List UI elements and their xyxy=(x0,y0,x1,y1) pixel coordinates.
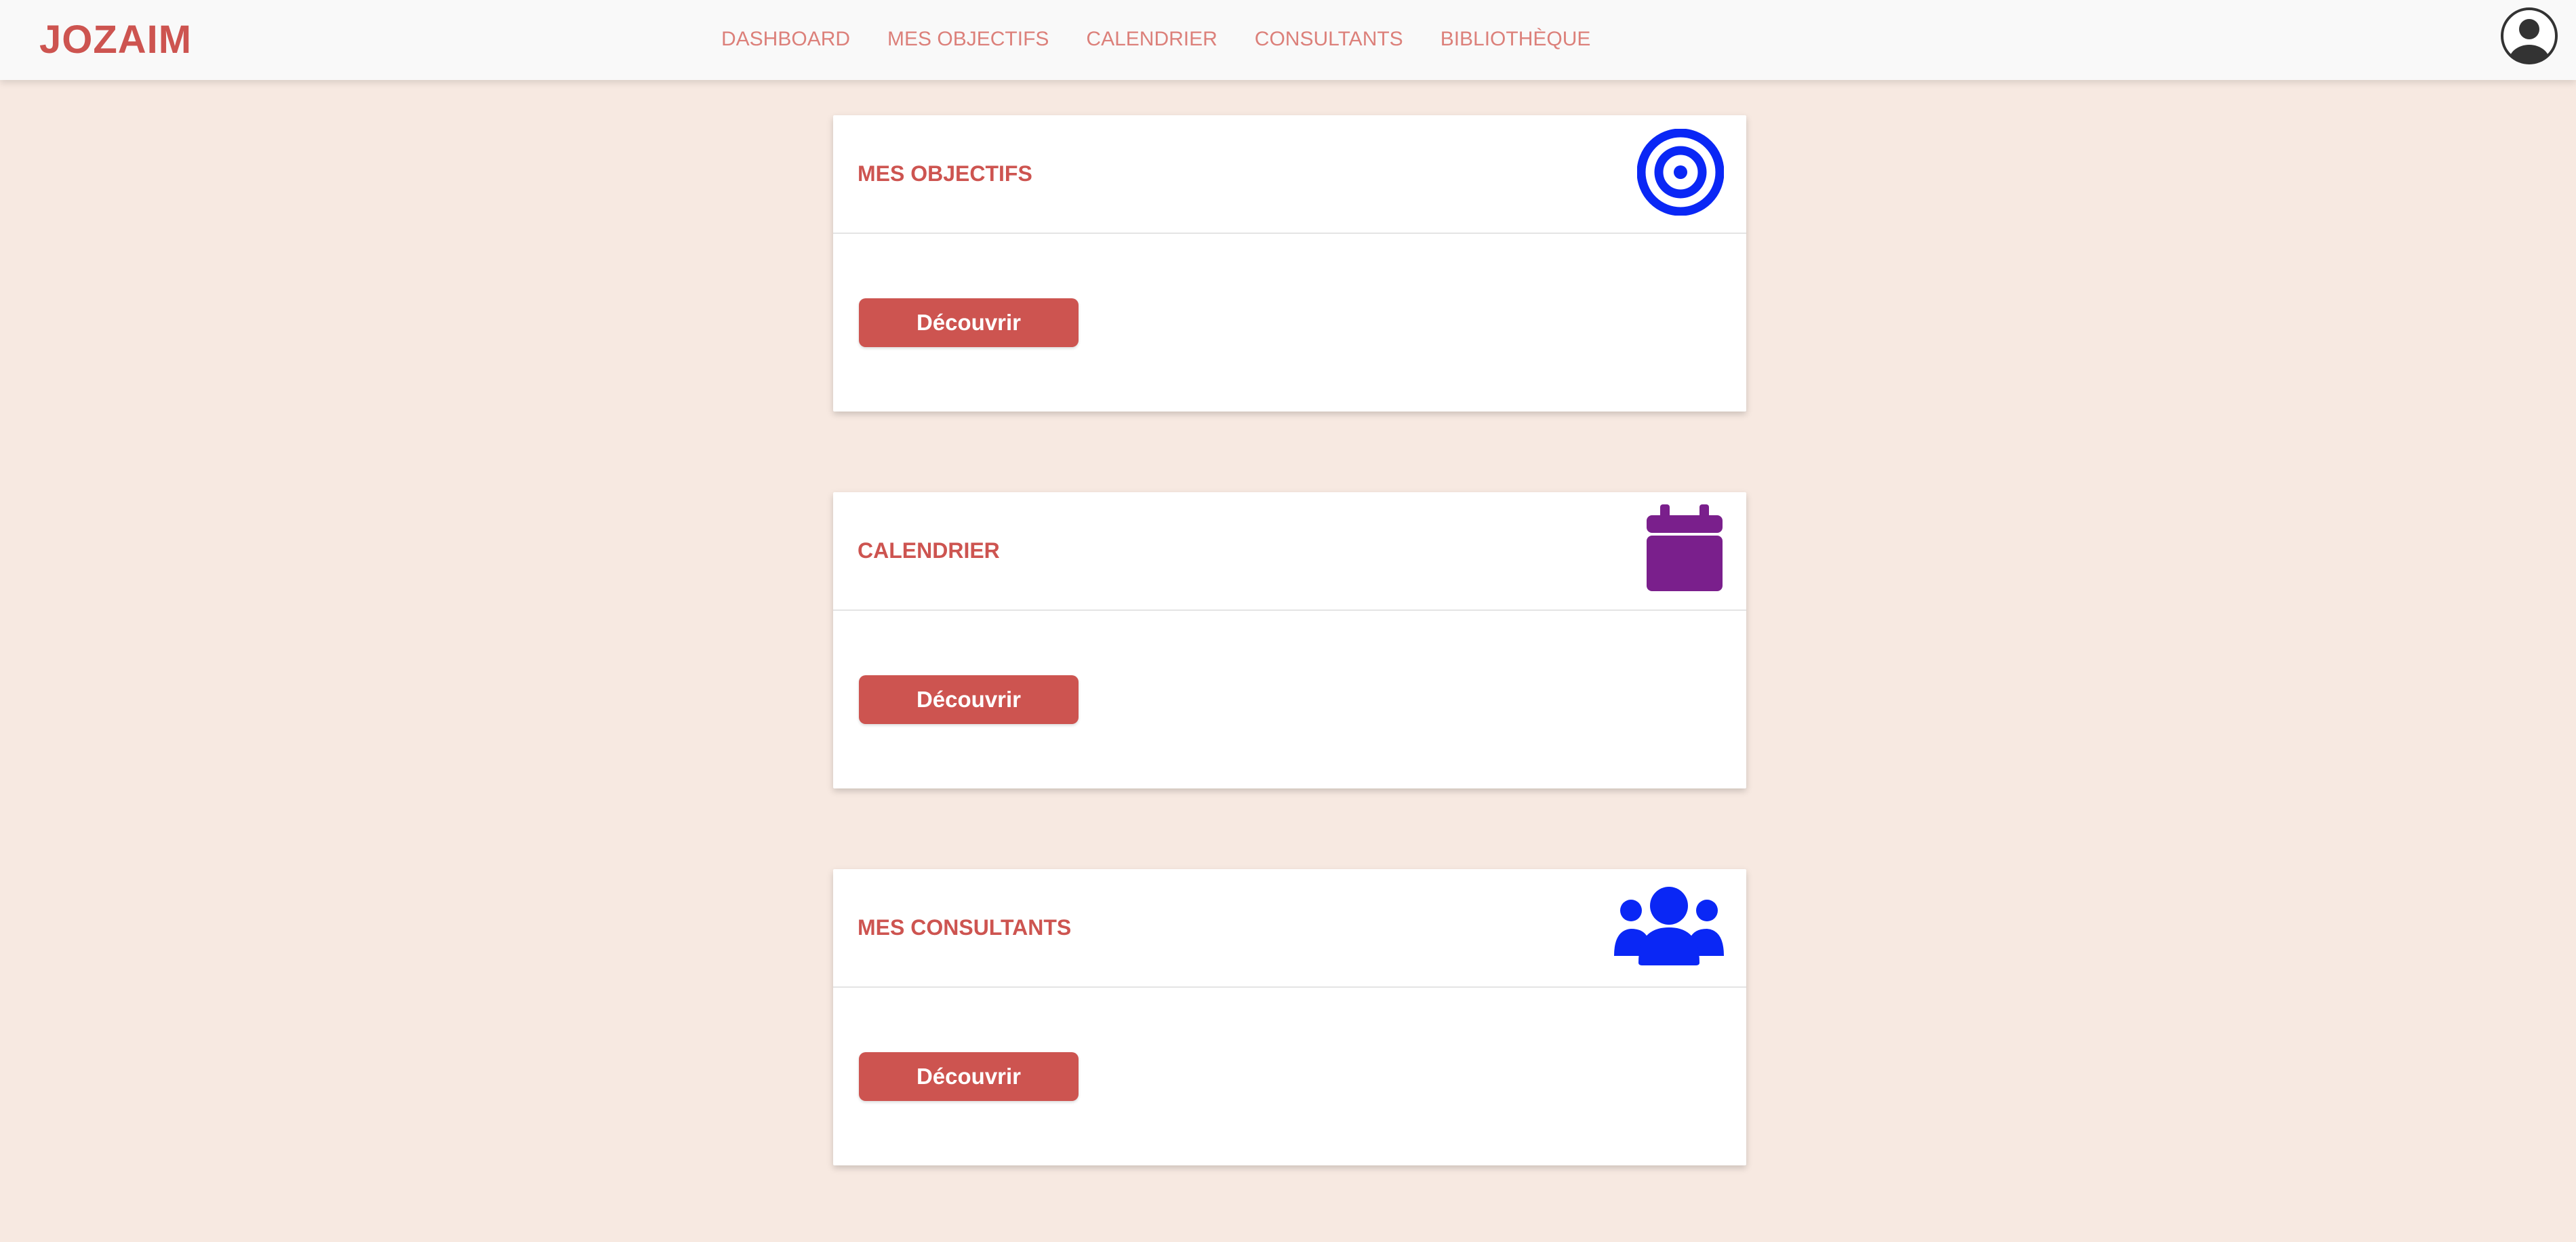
card-mes-objectifs: MES OBJECTIFS Découvrir xyxy=(833,115,1746,412)
card-header: MES OBJECTIFS xyxy=(833,115,1746,234)
top-navbar: JOZAIM DASHBOARD MES OBJECTIFS CALENDRIE… xyxy=(0,0,2576,80)
decouvrir-button[interactable]: Découvrir xyxy=(859,675,1079,724)
users-icon xyxy=(1613,885,1725,969)
brand-logo[interactable]: JOZAIM xyxy=(39,16,192,64)
nav-link-calendrier[interactable]: CALENDRIER xyxy=(1086,24,1217,54)
user-avatar-icon[interactable] xyxy=(2500,7,2558,65)
target-icon xyxy=(1636,128,1725,219)
calendar-icon xyxy=(1645,504,1724,597)
decouvrir-button[interactable]: Découvrir xyxy=(859,1052,1079,1101)
nav-link-bibliotheque[interactable]: BIBLIOTHÈQUE xyxy=(1441,24,1591,54)
main-nav: DASHBOARD MES OBJECTIFS CALENDRIER CONSU… xyxy=(721,24,1628,54)
card-title: CALENDRIER xyxy=(858,538,1000,563)
card-header: MES CONSULTANTS xyxy=(833,869,1746,988)
card-title: MES OBJECTIFS xyxy=(858,161,1032,186)
nav-link-dashboard[interactable]: DASHBOARD xyxy=(721,24,850,54)
card-title: MES CONSULTANTS xyxy=(858,915,1072,940)
decouvrir-button[interactable]: Découvrir xyxy=(859,298,1079,347)
nav-link-consultants[interactable]: CONSULTANTS xyxy=(1255,24,1403,54)
card-calendrier: CALENDRIER Découvrir xyxy=(833,492,1746,788)
card-mes-consultants: MES CONSULTANTS Découvrir xyxy=(833,869,1746,1165)
card-header: CALENDRIER xyxy=(833,492,1746,611)
nav-link-mes-objectifs[interactable]: MES OBJECTIFS xyxy=(887,24,1049,54)
